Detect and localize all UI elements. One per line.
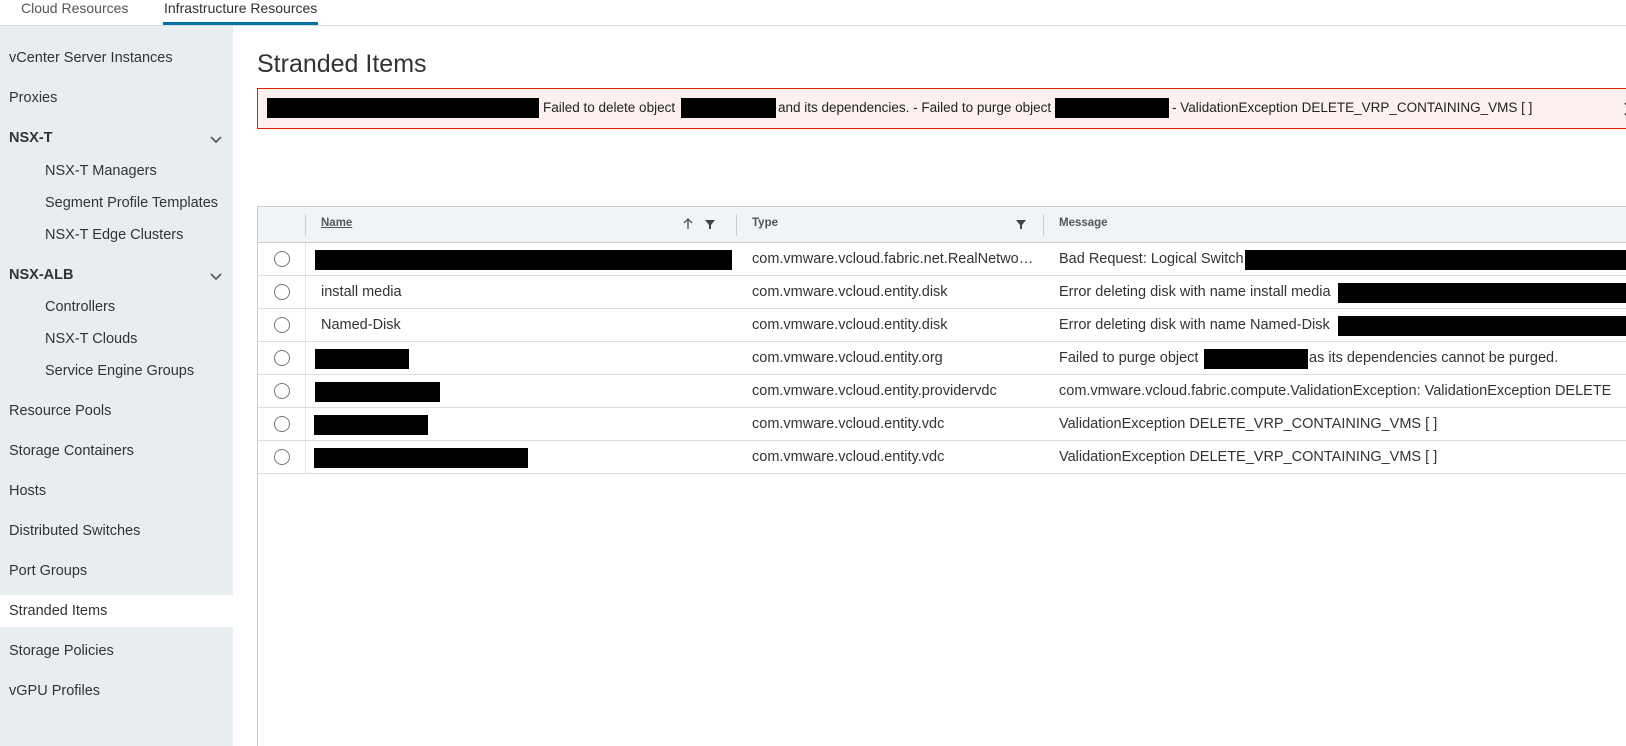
cell-message: Error deleting disk with name install me…	[1059, 284, 1331, 300]
sidebar-item-segment-profile-templates[interactable]: Segment Profile Templates	[45, 195, 218, 211]
cell-message: ValidationException DELETE_VRP_CONTAININ…	[1059, 416, 1438, 432]
column-header-message[interactable]: Message	[1059, 217, 1108, 229]
row-select-radio[interactable]	[274, 284, 290, 300]
row-select-radio[interactable]	[274, 350, 290, 366]
row-select-radio[interactable]	[274, 317, 290, 333]
sidebar-item-nsx-t-edge-clusters[interactable]: NSX-T Edge Clusters	[45, 227, 183, 243]
redacted-block	[315, 382, 440, 402]
table-row[interactable]: Named-Disk com.vmware.vcloud.entity.disk…	[258, 309, 1626, 342]
redacted-block	[1338, 316, 1626, 336]
row-separator	[305, 441, 306, 473]
cell-name: Named-Disk	[321, 317, 401, 333]
column-separator	[1043, 214, 1044, 236]
column-header-name[interactable]: Name	[321, 217, 352, 229]
cell-message: Failed to purge object	[1059, 350, 1199, 366]
table-row[interactable]: com.vmware.vcloud.fabric.net.RealNetwork…	[258, 243, 1626, 276]
table-row[interactable]: com.vmware.vcloud.entity.vdc ValidationE…	[258, 441, 1626, 474]
chevron-down-icon[interactable]	[208, 268, 224, 284]
redacted-block	[1204, 349, 1308, 369]
alert-text-part1: Failed to delete object	[543, 100, 676, 115]
row-select-radio[interactable]	[274, 251, 290, 267]
table-row[interactable]: com.vmware.vcloud.entity.org Failed to p…	[258, 342, 1626, 375]
row-select-radio[interactable]	[274, 416, 290, 432]
cell-name: install media	[321, 284, 402, 300]
redacted-block	[315, 349, 409, 369]
row-separator	[305, 375, 306, 407]
row-select-radio[interactable]	[274, 449, 290, 465]
sidebar-item-proxies[interactable]: Proxies	[9, 90, 57, 106]
alert-text-part3: - ValidationException DELETE_VRP_CONTAIN…	[1172, 100, 1533, 115]
cell-message: Bad Request: Logical Switch	[1059, 251, 1244, 267]
table-row[interactable]: com.vmware.vcloud.entity.providervdc com…	[258, 375, 1626, 408]
row-separator	[305, 408, 306, 440]
chevron-down-icon[interactable]	[208, 131, 224, 147]
filter-icon[interactable]	[1014, 217, 1028, 231]
column-separator	[305, 214, 306, 236]
cell-message: ValidationException DELETE_VRP_CONTAININ…	[1059, 449, 1438, 465]
row-separator	[305, 276, 306, 308]
redacted-block	[267, 98, 539, 118]
cell-message: Error deleting disk with name Named-Disk	[1059, 317, 1330, 333]
cell-type: com.vmware.vcloud.entity.disk	[752, 284, 948, 300]
sidebar: vCenter Server Instances Proxies NSX-T N…	[0, 26, 233, 746]
stranded-items-grid: Name Type Message com.vmware.vcloud.fabr…	[257, 206, 1626, 746]
column-header-type[interactable]: Type	[752, 217, 778, 229]
sidebar-item-controllers[interactable]: Controllers	[45, 299, 115, 315]
sidebar-group-nsx-t[interactable]: NSX-T	[9, 130, 53, 146]
error-alert: Failed to delete object and its dependen…	[257, 88, 1626, 129]
sidebar-item-vgpu-profiles[interactable]: vGPU Profiles	[9, 683, 100, 699]
table-row[interactable]: install media com.vmware.vcloud.entity.d…	[258, 276, 1626, 309]
cell-type: com.vmware.vcloud.entity.providervdc	[752, 383, 997, 399]
sidebar-item-nsx-t-clouds[interactable]: NSX-T Clouds	[45, 331, 137, 347]
filter-icon[interactable]	[703, 217, 717, 231]
redacted-block	[1055, 98, 1169, 118]
redacted-block	[314, 448, 528, 468]
sidebar-item-nsx-t-managers[interactable]: NSX-T Managers	[45, 163, 157, 179]
cell-message: com.vmware.vcloud.fabric.compute.Validat…	[1059, 383, 1612, 399]
sidebar-item-vcenter-server-instances[interactable]: vCenter Server Instances	[9, 50, 173, 66]
tab-cloud-resources[interactable]: Cloud Resources	[21, 0, 128, 25]
sidebar-item-resource-pools[interactable]: Resource Pools	[9, 403, 111, 419]
cell-type: com.vmware.vcloud.entity.disk	[752, 317, 948, 333]
cell-type: com.vmware.vcloud.entity.org	[752, 350, 943, 366]
sidebar-item-service-engine-groups[interactable]: Service Engine Groups	[45, 363, 194, 379]
page-title: Stranded Items	[257, 50, 427, 78]
sidebar-group-nsx-alb[interactable]: NSX-ALB	[9, 267, 73, 283]
sidebar-item-storage-policies[interactable]: Storage Policies	[9, 643, 114, 659]
sidebar-item-hosts[interactable]: Hosts	[9, 483, 46, 499]
tab-infrastructure-resources[interactable]: Infrastructure Resources	[163, 0, 319, 25]
cell-type: com.vmware.vcloud.entity.vdc	[752, 416, 945, 432]
row-separator	[305, 309, 306, 341]
row-separator	[305, 342, 306, 374]
sidebar-item-distributed-switches[interactable]: Distributed Switches	[9, 523, 140, 539]
main-content: Stranded Items Failed to delete object a…	[233, 26, 1626, 746]
sidebar-item-port-groups[interactable]: Port Groups	[9, 563, 87, 579]
close-icon[interactable]	[1622, 100, 1626, 118]
column-separator	[736, 214, 737, 236]
redacted-block	[314, 415, 428, 435]
redacted-block	[1338, 283, 1626, 303]
redacted-block	[1245, 250, 1626, 270]
table-row[interactable]: com.vmware.vcloud.entity.vdc ValidationE…	[258, 408, 1626, 441]
alert-text-part2: and its dependencies. - Failed to purge …	[778, 100, 1052, 115]
sort-ascending-icon[interactable]	[681, 217, 695, 231]
redacted-block	[315, 250, 732, 270]
cell-type: com.vmware.vcloud.fabric.net.RealNetwork…	[752, 251, 1037, 267]
redacted-block	[681, 98, 776, 118]
cell-message-tail: as its dependencies cannot be purged.	[1309, 350, 1559, 366]
sidebar-item-stranded-items[interactable]: Stranded Items	[9, 603, 107, 619]
sidebar-item-storage-containers[interactable]: Storage Containers	[9, 443, 134, 459]
top-tab-bar: Cloud Resources Infrastructure Resources	[0, 0, 1626, 26]
cell-type: com.vmware.vcloud.entity.vdc	[752, 449, 945, 465]
row-select-radio[interactable]	[274, 383, 290, 399]
grid-header: Name Type Message	[258, 207, 1626, 243]
row-separator	[305, 243, 306, 275]
